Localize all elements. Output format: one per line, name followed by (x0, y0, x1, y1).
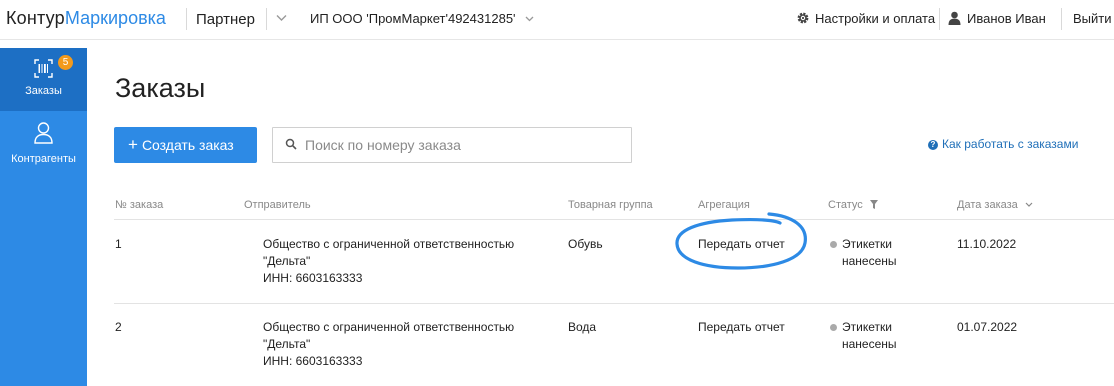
gear-icon (797, 12, 809, 24)
divider (266, 8, 267, 30)
orders-count-badge: 5 (58, 55, 73, 70)
sidebar-item-orders[interactable]: 5 Заказы (0, 48, 87, 111)
sender-cell: Общество с ограниченной ответственностью… (263, 319, 514, 370)
question-icon: ? (928, 140, 938, 150)
column-header-status-label: Статус (828, 199, 863, 211)
product-group: Вода (568, 320, 597, 334)
column-header-date[interactable]: Дата заказа (957, 199, 1033, 211)
column-header-product-group: Товарная группа (568, 199, 653, 211)
sender-cell: Общество с ограниченной ответственностью… (263, 236, 514, 287)
person-icon (34, 122, 53, 144)
barcode-icon (34, 59, 53, 78)
logout-link[interactable]: Выйти (1073, 11, 1112, 26)
sender-inn: ИНН: 6603163333 (263, 271, 363, 285)
search-box[interactable] (272, 127, 632, 163)
logo-main: Контур (6, 8, 65, 28)
divider (186, 8, 187, 30)
sidebar-item-label: Заказы (25, 85, 62, 97)
sender-name: Общество с ограниченной ответственностью (263, 237, 515, 251)
create-order-label: Создать заказ (141, 137, 234, 153)
sidebar: 5 Заказы Контрагенты (0, 48, 87, 386)
help-link-label: Как работать с заказами (942, 137, 1079, 151)
status-text: Этикетки (842, 320, 892, 334)
settings-link[interactable]: Настройки и оплата (796, 11, 935, 26)
status-text-cont: нанесены (842, 337, 897, 351)
create-order-button[interactable]: + Создать заказ (114, 127, 257, 163)
sender-name-cont: "Дельта" (263, 254, 311, 268)
top-bar: КонтурМаркировка Партнер ИП ООО 'ПромМар… (0, 0, 1114, 40)
help-link[interactable]: ? Как работать с заказами (928, 137, 1078, 151)
status-text: Этикетки (842, 237, 892, 251)
logo-product: Маркировка (64, 8, 166, 28)
sort-chevron-icon[interactable] (1025, 202, 1033, 207)
submit-report-link[interactable]: Передать отчет (698, 236, 785, 253)
sidebar-item-label: Контрагенты (11, 153, 76, 165)
product-group: Обувь (568, 237, 603, 251)
divider (939, 8, 940, 30)
status-cell: Этикетки нанесены (830, 319, 897, 353)
page-title: Заказы (115, 73, 206, 103)
organization-name: ИП ООО 'ПромМаркет'492431285' (310, 11, 516, 26)
divider (114, 219, 1114, 220)
order-date: 01.07.2022 (957, 320, 1018, 334)
column-header-date-label: Дата заказа (957, 199, 1018, 211)
sender-name: Общество с ограниченной ответственностью (263, 320, 515, 334)
organization-selector[interactable]: ИП ООО 'ПромМаркет'492431285' (310, 11, 534, 26)
divider (1061, 8, 1062, 30)
column-header-number: № заказа (115, 199, 164, 211)
settings-label: Настройки и оплата (815, 11, 936, 26)
submit-report-link[interactable]: Передать отчет (698, 319, 785, 336)
order-number[interactable]: 1 (115, 236, 122, 253)
user-name: Иванов Иван (967, 11, 1046, 26)
status-text-cont: нанесены (842, 254, 897, 268)
user-menu[interactable]: Иванов Иван (948, 11, 1046, 26)
status-cell: Этикетки нанесены (830, 236, 897, 270)
logo[interactable]: КонтурМаркировка (6, 8, 166, 29)
order-number[interactable]: 2 (115, 319, 122, 336)
sidebar-item-counterparties[interactable]: Контрагенты (0, 111, 87, 171)
status-dot-icon (830, 324, 837, 331)
chevron-down-icon (525, 16, 534, 22)
sender-name-cont: "Дельта" (263, 337, 311, 351)
column-header-status[interactable]: Статус (828, 199, 878, 211)
order-date: 11.10.2022 (957, 237, 1017, 251)
filter-icon[interactable] (869, 200, 878, 209)
column-header-sender: Отправитель (244, 199, 311, 211)
sender-inn: ИНН: 6603163333 (263, 354, 363, 368)
search-input[interactable] (305, 135, 625, 155)
chevron-down-icon[interactable] (276, 14, 287, 22)
status-dot-icon (830, 241, 837, 248)
user-icon (948, 11, 961, 25)
search-icon (285, 138, 297, 150)
column-header-aggregation: Агрегация (698, 199, 750, 211)
divider (114, 303, 1114, 304)
role-selector[interactable]: Партнер (196, 11, 255, 28)
plus-icon: + (128, 135, 138, 154)
